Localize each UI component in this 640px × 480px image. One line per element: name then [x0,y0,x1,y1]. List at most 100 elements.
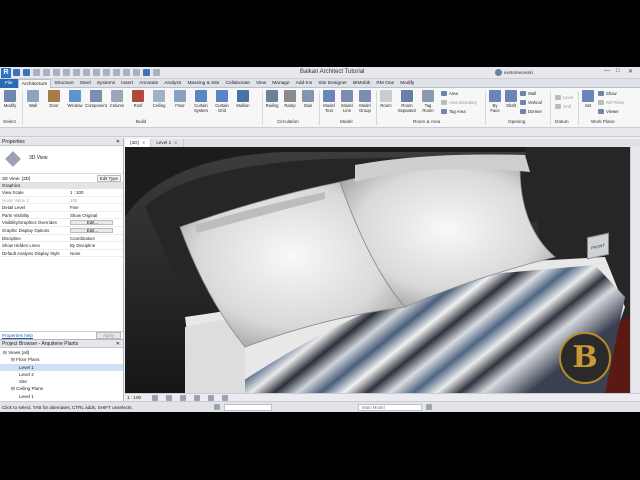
tab-structure[interactable]: Structure [51,79,76,88]
property-row[interactable]: Graphic Display Options Edit... [0,227,123,235]
3d-viewport[interactable]: FRONT B [125,147,630,393]
tag-room-button[interactable]: Tag Room [420,90,436,113]
worksets-icon[interactable] [214,404,220,410]
type-selector[interactable]: 3D View [0,146,123,174]
tab-rm-one[interactable]: RM One [373,79,397,88]
property-row[interactable]: Default Analysis Display Style None [0,250,123,258]
tab-view[interactable]: View [253,79,269,88]
maximize-button[interactable]: □ [616,68,620,77]
instance-filter[interactable]: 3D View: {3D} Edit Type [0,174,123,183]
viewcube[interactable]: FRONT [587,232,609,260]
property-row[interactable]: View Scale 1 : 100 [0,189,123,197]
tree-item[interactable]: Site [0,378,123,385]
ref-plane-button[interactable]: Ref Plane [598,99,624,106]
thin-lines-icon[interactable] [133,69,140,76]
property-row[interactable]: Parts Visibility Show Original [0,212,123,220]
tab-steel[interactable]: Steel [77,79,94,88]
edit-button[interactable]: Edit... [70,220,113,226]
close-icon[interactable]: ✕ [116,340,120,347]
room-separator-button[interactable]: Room Separator [398,90,416,113]
model-selector[interactable]: Main Model [358,403,422,411]
property-value[interactable]: None [68,250,123,257]
tree-item[interactable]: Level 1 [0,363,123,371]
close-icon[interactable]: ✕ [116,138,120,145]
tab-add-ins[interactable]: Add-Ins [293,79,316,88]
ceiling-button[interactable]: Ceiling [151,90,167,108]
tag-area-button[interactable]: Tag Area [441,108,466,115]
column-button[interactable]: Column [109,90,125,108]
property-row[interactable]: Scale Value 1: 100 [0,197,123,205]
close-icon[interactable]: ✕ [142,139,145,147]
tree-item[interactable]: Level 1 [0,393,123,400]
tab-massing-site[interactable]: Massing & Site [184,79,222,88]
tree-item[interactable]: ⊟ Floor Plans [0,356,123,363]
tab-insert[interactable]: Insert [118,79,136,88]
show-workplane-button[interactable]: Show [598,90,616,97]
property-value[interactable]: 100 [68,197,123,204]
tab-modify[interactable]: Modify [397,79,417,88]
tab-site-designer[interactable]: Site Designer [315,79,350,88]
property-value[interactable]: Coordination [68,235,123,242]
switch-windows-icon[interactable] [143,69,150,76]
grid-button[interactable]: Grid [555,103,571,110]
property-row[interactable]: Discipline Coordination [0,235,123,243]
crop-icon[interactable] [222,394,229,401]
workset-dropdown[interactable] [224,403,272,411]
mullion-button[interactable]: Mullion [235,90,251,108]
detail-level-icon[interactable] [152,394,159,401]
set-workplane-button[interactable]: Set [580,90,596,108]
sun-path-icon[interactable] [180,394,187,401]
visual-style-icon[interactable] [166,394,173,401]
3d-view-icon[interactable] [113,69,120,76]
opening-wall-button[interactable]: Wall [520,90,536,97]
close-button[interactable]: ✕ [628,68,633,77]
apply-button[interactable]: Apply [96,332,121,339]
shaft-button[interactable]: Shaft [503,90,519,108]
railing-button[interactable]: Railing [264,90,280,108]
property-row[interactable]: Visibility/Graphics Overrides Edit... [0,219,123,227]
tag-icon[interactable] [93,69,100,76]
edit-type-button[interactable]: Edit Type [96,175,121,182]
tab-architecture[interactable]: Architecture [17,78,52,88]
view-scrollbar[interactable] [630,147,640,393]
customize-icon[interactable] [153,69,160,76]
render-icon[interactable] [208,394,215,401]
property-value[interactable]: Fine [68,204,123,211]
close-icon[interactable]: ✕ [174,139,177,147]
wall-button[interactable]: Wall [25,90,41,108]
level-button[interactable]: Level [555,94,573,101]
open-icon[interactable] [13,69,20,76]
model-line-button[interactable]: Model Line [339,90,355,113]
group-label-select[interactable]: Select [3,119,16,124]
property-row[interactable]: Show Hidden Lines By Discipline [0,242,123,250]
view-tab[interactable]: Level 1 ✕ [151,139,184,147]
tab-file[interactable]: File [0,78,18,88]
model-text-button[interactable]: Model Text [321,90,337,113]
property-value[interactable]: 1 : 100 [68,189,123,196]
sync-icon[interactable] [33,69,40,76]
tree-item[interactable]: Level 2 [0,371,123,378]
section-icon[interactable] [123,69,130,76]
tab-collaborate[interactable]: Collaborate [222,79,253,88]
opening-dormer-button[interactable]: Dormer [520,108,542,115]
property-value[interactable]: Show Original [68,212,123,219]
redo-icon[interactable] [53,69,60,76]
minimize-button[interactable]: — [604,68,610,77]
revit-logo-icon[interactable]: R [1,68,11,78]
by-face-button[interactable]: By Face [487,90,503,113]
property-row[interactable]: Detail Level Fine [0,204,123,212]
window-button[interactable]: Window [67,90,83,108]
door-button[interactable]: Door [46,90,62,108]
roof-button[interactable]: Roof [130,90,146,108]
tab-manage[interactable]: Manage [269,79,292,88]
shadows-icon[interactable] [194,394,201,401]
view-scale[interactable]: 1 : 100 [127,395,144,400]
save-icon[interactable] [23,69,30,76]
tab-bimobik[interactable]: BIMobik [350,79,373,88]
floor-button[interactable]: Floor [172,90,188,108]
area-button[interactable]: Area [441,90,458,97]
text-icon[interactable] [103,69,110,76]
ramp-button[interactable]: Ramp [282,90,298,108]
tab-annotate[interactable]: Annotate [136,79,161,88]
stair-button[interactable]: Stair [300,90,316,108]
